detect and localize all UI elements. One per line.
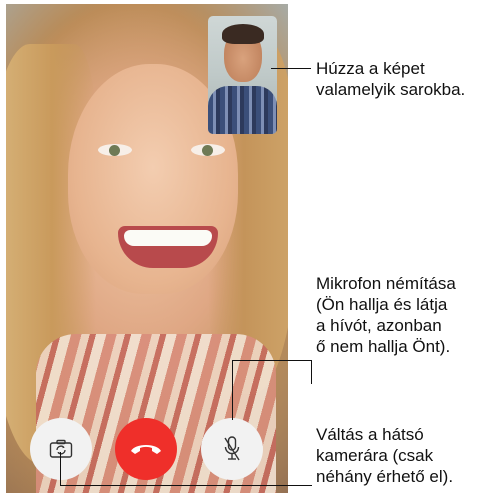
callout-mute-line-1: Mikrofon némítása [316, 274, 456, 293]
self-view-shirt [208, 86, 277, 134]
callout-mute: Mikrofon némítása (Ön hallja és látja a … [316, 273, 456, 357]
self-view-hair [222, 24, 264, 44]
camera-flip-icon [49, 439, 73, 458]
callout-drag-line-2: valamelyik sarokba. [316, 80, 466, 99]
callout-drag-line-1: Húzza a képet [316, 59, 425, 78]
mute-button[interactable] [201, 418, 263, 480]
callout-switch-line-1: Váltás a hátsó [316, 425, 424, 444]
callout-line-mute-h [232, 360, 312, 361]
callout-switch-line-2: kamerára (csak [316, 446, 434, 465]
callout-line-drag [271, 68, 311, 69]
microphone-muted-icon [224, 436, 240, 461]
callout-switch-line-3: néhány érhető el). [316, 467, 454, 486]
callout-drag: Húzza a képet valamelyik sarokba. [316, 58, 465, 100]
caller-eye-right [191, 144, 225, 156]
flip-camera-button[interactable] [30, 418, 92, 480]
callout-line-mute-end [311, 360, 312, 384]
callout-mute-line-3: a hívót, azonban [316, 316, 442, 335]
end-call-button[interactable] [115, 418, 177, 480]
callout-mute-line-2: (Ön hallja és látja [316, 295, 448, 314]
callout-mute-line-4: ő nem hallja Önt). [316, 337, 451, 356]
callout-switch: Váltás a hátsó kamerára (csak néhány érh… [316, 424, 453, 487]
caller-mouth [118, 226, 218, 268]
callout-line-mute-v [232, 360, 233, 420]
callout-line-switch-v [60, 452, 61, 486]
callout-line-switch-h [60, 485, 312, 486]
self-view-pip[interactable] [208, 16, 277, 134]
end-call-icon [131, 445, 161, 454]
caller-eye-left [98, 144, 132, 156]
